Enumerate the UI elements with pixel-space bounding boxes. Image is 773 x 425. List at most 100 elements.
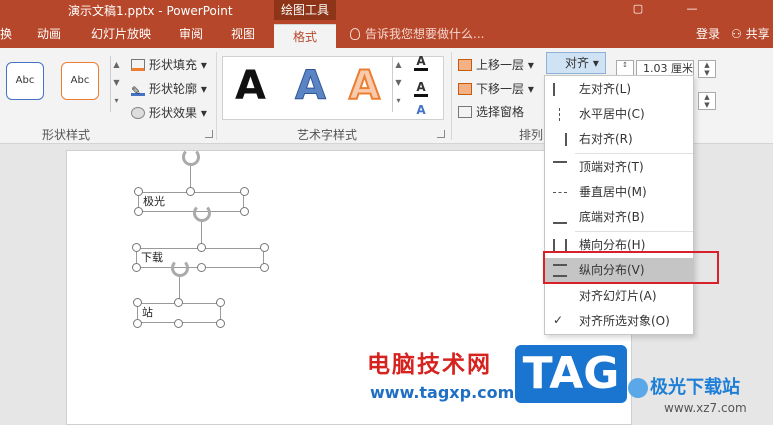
width-spinner[interactable]: ▲ ▼ xyxy=(698,92,716,110)
resize-handle[interactable] xyxy=(197,243,206,252)
menu-item-align-bottom[interactable]: 底端对齐(B) xyxy=(545,205,693,230)
send-backward-button[interactable]: 下移一层 ▾ xyxy=(458,80,534,97)
menu-divider xyxy=(575,153,693,154)
watermark-url: www.tagxp.com xyxy=(370,383,515,402)
tell-me-text: 告诉我您想要做什么... xyxy=(365,27,485,41)
shape-style-preset-blue[interactable]: Abc xyxy=(6,62,44,100)
resize-handle[interactable] xyxy=(132,243,141,252)
share-button[interactable]: ⚇ 共享 xyxy=(731,20,770,48)
minimize-icon[interactable]: — xyxy=(672,0,712,20)
rotate-handle-icon[interactable] xyxy=(182,148,200,166)
resize-handle[interactable] xyxy=(133,319,142,328)
tab-format[interactable]: 格式 xyxy=(274,24,336,48)
group-label-arrange: 排列 xyxy=(519,128,544,142)
align-top-icon xyxy=(553,161,567,174)
resize-handle[interactable] xyxy=(134,187,143,196)
group-label-shape-styles: 形状样式 xyxy=(42,128,91,142)
resize-handle[interactable] xyxy=(174,319,183,328)
menu-item-align-left[interactable]: 左对齐(L) xyxy=(545,77,693,102)
shape-style-preset-orange[interactable]: Abc xyxy=(61,62,99,100)
tab-slideshow[interactable]: 幻灯片放映 xyxy=(91,20,151,48)
watermark-brand: 极光下载站 xyxy=(650,377,740,398)
align-button[interactable]: 对齐 ▾ xyxy=(546,52,606,74)
separator xyxy=(216,52,217,140)
highlight-callout-box xyxy=(543,251,719,284)
brand-logo-icon xyxy=(628,378,648,398)
wordart-blue-preset[interactable]: A xyxy=(295,63,327,110)
resize-handle[interactable] xyxy=(133,298,142,307)
shape-effects-button[interactable]: 形状效果 ▾ xyxy=(131,104,207,121)
rotate-handle-icon[interactable] xyxy=(193,204,211,222)
wordart-orange-preset[interactable]: A xyxy=(348,62,381,110)
menu-item-align-selected-objects[interactable]: ✓ 对齐所选对象(O) xyxy=(545,309,693,334)
text-effects-icon[interactable]: A xyxy=(414,103,428,117)
shape-styles-gallery-scroll[interactable]: ▲ ▼ ▾ xyxy=(110,56,122,112)
bring-forward-icon xyxy=(458,59,472,71)
menu-item-align-top[interactable]: 顶端对齐(T) xyxy=(545,155,693,180)
resize-handle[interactable] xyxy=(197,263,206,272)
tag-logo: TAG xyxy=(515,345,627,403)
shape-outline-button[interactable]: ✎ 形状轮廓 ▾ xyxy=(131,80,207,98)
align-right-icon xyxy=(553,133,567,146)
resize-handle[interactable] xyxy=(174,298,183,307)
paint-bucket-icon xyxy=(131,59,145,71)
resize-handle[interactable] xyxy=(240,207,249,216)
send-backward-icon xyxy=(458,83,472,95)
wordart-gallery[interactable]: A A A xyxy=(222,56,444,120)
align-center-icon xyxy=(559,108,573,121)
resize-handle[interactable] xyxy=(260,243,269,252)
gallery-more-icon[interactable]: ▾ xyxy=(111,92,122,110)
selection-pane-icon xyxy=(458,106,472,118)
scroll-up-icon[interactable]: ▲ xyxy=(111,56,122,74)
gallery-more-icon[interactable]: ▾ xyxy=(393,92,404,110)
context-tab-drawing-tools: 绘图工具 xyxy=(274,0,336,20)
ribbon-tab-bar: 换 动画 幻灯片放映 审阅 视图 格式 告诉我您想要做什么... 登录 ⚇ 共享 xyxy=(0,20,773,48)
shape-fill-label: 形状填充 xyxy=(149,58,198,72)
align-dropdown-menu: 左对齐(L) 水平居中(C) 右对齐(R) 顶端对齐(T) 垂直居中(M) 底端… xyxy=(544,75,694,335)
tab-review[interactable]: 审阅 xyxy=(179,20,203,48)
scroll-down-icon[interactable]: ▼ xyxy=(111,74,122,92)
shape-effects-icon xyxy=(131,107,145,119)
resize-handle[interactable] xyxy=(132,263,141,272)
resize-handle[interactable] xyxy=(134,207,143,216)
bring-forward-button[interactable]: 上移一层 ▾ xyxy=(458,56,534,73)
scroll-up-icon[interactable]: ▲ xyxy=(393,56,404,74)
separator xyxy=(451,52,452,140)
tab-transitions[interactable]: 换 xyxy=(0,20,12,48)
restore-window-icon[interactable]: ▢ xyxy=(618,0,658,20)
wordart-gallery-scroll[interactable]: ▲ ▼ ▾ xyxy=(392,56,404,112)
dialog-launcher-icon[interactable] xyxy=(205,130,213,138)
title-bar: 演示文稿1.pptx - PowerPoint 绘图工具 ▢ — xyxy=(0,0,773,20)
text-fill-icon[interactable]: A xyxy=(414,54,428,71)
align-bottom-icon xyxy=(553,211,567,224)
scroll-down-icon[interactable]: ▼ xyxy=(393,74,404,92)
resize-handle[interactable] xyxy=(260,263,269,272)
tell-me-search[interactable]: 告诉我您想要做什么... xyxy=(350,20,484,48)
watermark-brand-url: www.xz7.com xyxy=(664,401,747,415)
wordart-black-preset[interactable]: A xyxy=(235,63,266,109)
align-left-icon xyxy=(553,83,567,96)
menu-item-align-center[interactable]: 水平居中(C) xyxy=(545,102,693,127)
menu-item-align-to-slide[interactable]: 对齐幻灯片(A) xyxy=(545,284,693,309)
pencil-icon: ✎ xyxy=(131,84,145,98)
shape-fill-button[interactable]: 形状填充 ▾ xyxy=(131,56,207,73)
resize-handle[interactable] xyxy=(216,319,225,328)
menu-divider xyxy=(575,231,693,232)
text-outline-icon[interactable]: A xyxy=(414,80,428,97)
dialog-launcher-icon[interactable] xyxy=(437,130,445,138)
selection-pane-button[interactable]: 选择窗格 xyxy=(458,103,524,120)
align-middle-icon xyxy=(553,192,567,198)
document-title: 演示文稿1.pptx - PowerPoint xyxy=(68,4,233,18)
height-spinner[interactable]: ▲ ▼ xyxy=(698,60,716,78)
tab-view[interactable]: 视图 xyxy=(231,20,255,48)
shape-outline-label: 形状轮廓 xyxy=(149,82,198,96)
resize-handle[interactable] xyxy=(186,187,195,196)
tab-animations[interactable]: 动画 xyxy=(37,20,61,48)
resize-handle[interactable] xyxy=(216,298,225,307)
menu-item-align-middle[interactable]: 垂直居中(M) xyxy=(545,180,693,205)
menu-item-align-right[interactable]: 右对齐(R) xyxy=(545,127,693,152)
resize-handle[interactable] xyxy=(240,187,249,196)
login-link[interactable]: 登录 xyxy=(696,20,720,48)
lightbulb-icon xyxy=(350,28,360,40)
rotate-handle-icon[interactable] xyxy=(171,259,189,277)
